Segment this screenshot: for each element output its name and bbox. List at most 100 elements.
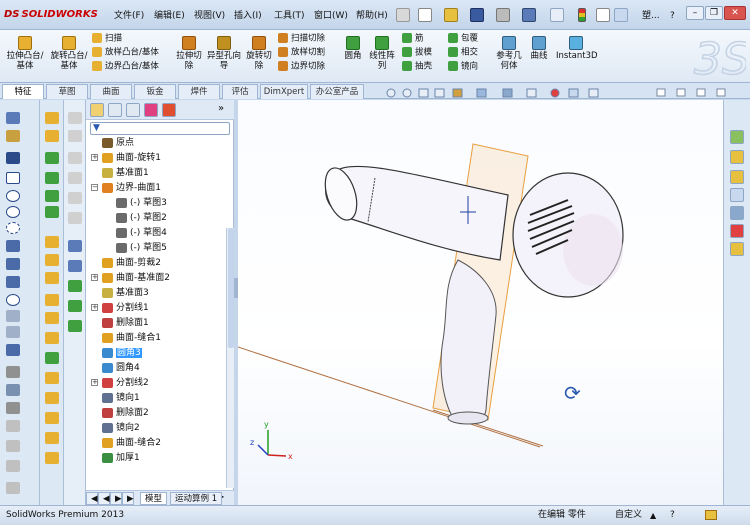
dimxpert-manager-tab-icon[interactable] xyxy=(144,103,158,117)
solidworks-logo[interactable]: DS SOLIDWORKS xyxy=(4,9,98,20)
options-icon[interactable] xyxy=(614,8,628,22)
tree-node[interactable]: 曲面-缝合1 xyxy=(102,331,161,345)
tree-node[interactable]: 删除面2 xyxy=(102,406,149,420)
view-orientation-icon[interactable] xyxy=(476,88,487,98)
swept-cut-button[interactable]: 扫描切除 xyxy=(278,33,325,45)
combine-side-icon[interactable] xyxy=(45,452,59,464)
fillet-sketch-icon[interactable] xyxy=(6,276,20,288)
shell-button[interactable]: 抽壳 xyxy=(402,61,432,73)
section-view-icon[interactable] xyxy=(434,88,445,98)
tree-node[interactable]: 原点 xyxy=(102,136,134,150)
forum-icon[interactable] xyxy=(730,242,744,256)
tab-evaluate[interactable]: 评估 xyxy=(222,84,258,99)
mate-reference-side-icon[interactable] xyxy=(68,192,82,204)
linear-sketch-pattern-icon[interactable] xyxy=(6,440,20,452)
close-button[interactable]: ✕ xyxy=(724,6,746,20)
viewport-close-icon[interactable] xyxy=(716,88,726,97)
tab-scroll-first-icon[interactable]: ◀ xyxy=(86,492,98,505)
tab-scroll-next-icon[interactable]: ▶ xyxy=(110,492,122,505)
viewport-minimize-icon[interactable] xyxy=(676,88,686,97)
tab-scroll-prev-icon[interactable]: ◀ xyxy=(98,492,110,505)
menu-insert[interactable]: 插入(I) xyxy=(232,9,264,23)
dome-side-icon[interactable] xyxy=(45,332,59,344)
menu-file[interactable]: 文件(F) xyxy=(112,9,146,23)
loft-boss-button[interactable]: 放样凸台/基体 xyxy=(92,47,159,59)
display-style-icon[interactable] xyxy=(502,88,513,98)
tab-model[interactable]: 模型 xyxy=(140,492,168,505)
undo-icon[interactable] xyxy=(522,8,536,22)
tree-node[interactable]: 基准面3 xyxy=(102,286,149,300)
centerline-icon[interactable] xyxy=(6,326,20,338)
extrude-boss-button[interactable]: 拉伸凸台/基体 xyxy=(4,36,46,71)
viewport-tile-icon[interactable] xyxy=(656,88,666,97)
tree-node[interactable]: + 曲面-基准面2 xyxy=(91,271,170,285)
pin-icon[interactable] xyxy=(396,8,410,22)
tree-expander-icon[interactable]: + xyxy=(91,274,98,281)
move-face-side-icon[interactable] xyxy=(68,300,82,312)
design-library-icon[interactable] xyxy=(730,150,744,164)
menu-view[interactable]: 视图(V) xyxy=(192,9,227,23)
tree-expander-icon[interactable]: − xyxy=(91,184,98,191)
helix-side-icon[interactable] xyxy=(68,240,82,252)
chamfer-side-icon[interactable] xyxy=(45,172,59,184)
zoom-to-fit-icon[interactable] xyxy=(386,88,396,98)
apply-scene-icon[interactable] xyxy=(568,88,579,98)
text-icon[interactable] xyxy=(6,344,20,356)
wrap-button[interactable]: 包覆 xyxy=(448,33,478,45)
draft-side-icon[interactable] xyxy=(45,312,59,324)
instant3d-button[interactable]: Instant3D xyxy=(556,36,598,61)
print-icon[interactable] xyxy=(496,8,510,22)
previous-view-icon[interactable] xyxy=(418,88,429,98)
polygon-icon[interactable] xyxy=(6,294,20,306)
rebuild-traffic-light-icon[interactable] xyxy=(578,8,586,22)
rectangle-icon[interactable] xyxy=(6,172,20,184)
smart-dimension-icon[interactable] xyxy=(6,130,20,142)
help-status-icon[interactable]: ? xyxy=(670,506,675,525)
menu-window[interactable]: 窗口(W) xyxy=(312,9,350,23)
viewport-restore-icon[interactable] xyxy=(696,88,706,97)
coordinate-system-side-icon[interactable] xyxy=(68,152,82,164)
fillet-side-icon[interactable] xyxy=(45,152,59,164)
expand-panel-icon[interactable]: » xyxy=(218,103,224,114)
tree-filter-input[interactable]: ▼ xyxy=(90,122,230,135)
hole-side-icon[interactable] xyxy=(45,294,59,306)
cut-extrude-side-icon[interactable] xyxy=(45,130,59,142)
projected-curve-side-icon[interactable] xyxy=(68,260,82,272)
tree-expander-icon[interactable]: + xyxy=(91,304,98,311)
knit-side-icon[interactable] xyxy=(45,412,59,424)
tree-node[interactable]: + 分割线1 xyxy=(91,301,149,315)
appearances-scenes-icon[interactable] xyxy=(730,206,744,220)
menu-help[interactable]: 帮助(H) xyxy=(354,9,390,23)
mirror-button[interactable]: 镜向 xyxy=(448,61,478,73)
custom-properties-icon[interactable] xyxy=(730,224,744,238)
tab-weldments[interactable]: 焊件 xyxy=(178,84,220,99)
arc-icon[interactable] xyxy=(6,222,20,234)
line-icon[interactable] xyxy=(6,152,20,164)
tree-node[interactable]: 圆角4 xyxy=(102,361,140,375)
tree-node[interactable]: (-) 草图3 xyxy=(116,196,167,210)
tab-surfaces[interactable]: 曲面 xyxy=(90,84,132,99)
boundary-boss-button[interactable]: 边界凸台/基体 xyxy=(92,61,159,73)
sketch-icon[interactable] xyxy=(6,112,20,124)
lofted-cut-button[interactable]: 放样切割 xyxy=(278,47,325,59)
file-properties-icon[interactable] xyxy=(596,8,610,22)
search-fragment[interactable]: 塑... xyxy=(640,9,662,23)
tree-node[interactable]: 删除面1 xyxy=(102,316,149,330)
display-manager-tab-icon[interactable] xyxy=(162,103,176,117)
hide-show-items-icon[interactable] xyxy=(526,88,537,98)
reference-geometry-button[interactable]: 参考几何体 xyxy=(494,36,524,71)
mirror-entities-icon[interactable] xyxy=(6,420,20,432)
rib-side-icon[interactable] xyxy=(45,190,59,202)
configuration-manager-tab-icon[interactable] xyxy=(126,103,140,117)
offset-entities-icon[interactable] xyxy=(6,402,20,414)
reference-plane-side-icon[interactable] xyxy=(68,112,82,124)
graphics-area[interactable]: ⟳ y x z xyxy=(237,100,723,505)
tree-node[interactable]: 镜向1 xyxy=(102,391,140,405)
tree-node[interactable]: 圆角3 xyxy=(102,346,142,360)
hole-wizard-button[interactable]: 异型孔向导 xyxy=(206,36,242,71)
tab-scroll-last-icon[interactable]: ▶ xyxy=(122,492,134,505)
tab-dimxpert[interactable]: DimXpert xyxy=(260,84,308,99)
tab-sheet-metal[interactable]: 钣金 xyxy=(134,84,176,99)
solidworks-resources-icon[interactable] xyxy=(730,130,744,144)
delete-face-side-icon[interactable] xyxy=(68,320,82,332)
